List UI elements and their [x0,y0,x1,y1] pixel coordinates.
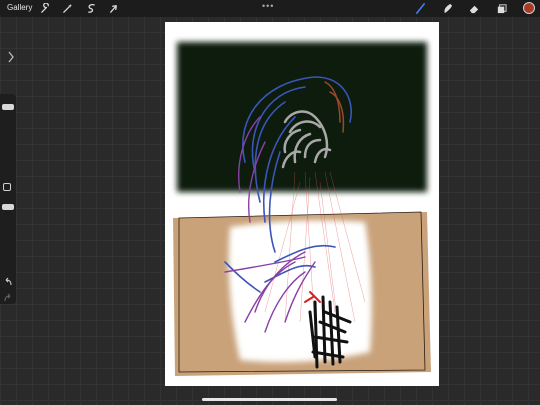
redo-icon[interactable] [3,290,13,302]
brush-icon[interactable] [415,3,426,14]
sidebar-toggle-chevron-icon[interactable] [6,50,16,64]
opacity-slider[interactable] [2,204,14,210]
gallery-button[interactable]: Gallery [7,2,32,14]
undo-icon[interactable] [3,274,13,286]
smudge-icon[interactable] [442,3,453,14]
dark-panel [177,42,427,192]
layers-icon[interactable] [496,3,507,14]
drawing-canvas[interactable] [165,22,439,386]
more-options-handle[interactable]: ••• [262,2,274,11]
home-indicator[interactable] [202,398,337,401]
sidebar [0,94,16,304]
brush-size-slider[interactable] [2,104,14,110]
transform-arrow-icon[interactable] [108,3,119,14]
modify-button[interactable] [3,183,11,191]
selection-icon[interactable] [86,3,97,14]
artwork [173,42,431,376]
top-toolbar: Gallery ••• [0,0,540,17]
magic-wand-icon[interactable] [62,3,73,14]
wrench-icon[interactable] [40,3,51,14]
color-picker-button[interactable] [523,2,535,14]
white-panel [228,220,372,363]
eraser-icon[interactable] [469,3,480,14]
